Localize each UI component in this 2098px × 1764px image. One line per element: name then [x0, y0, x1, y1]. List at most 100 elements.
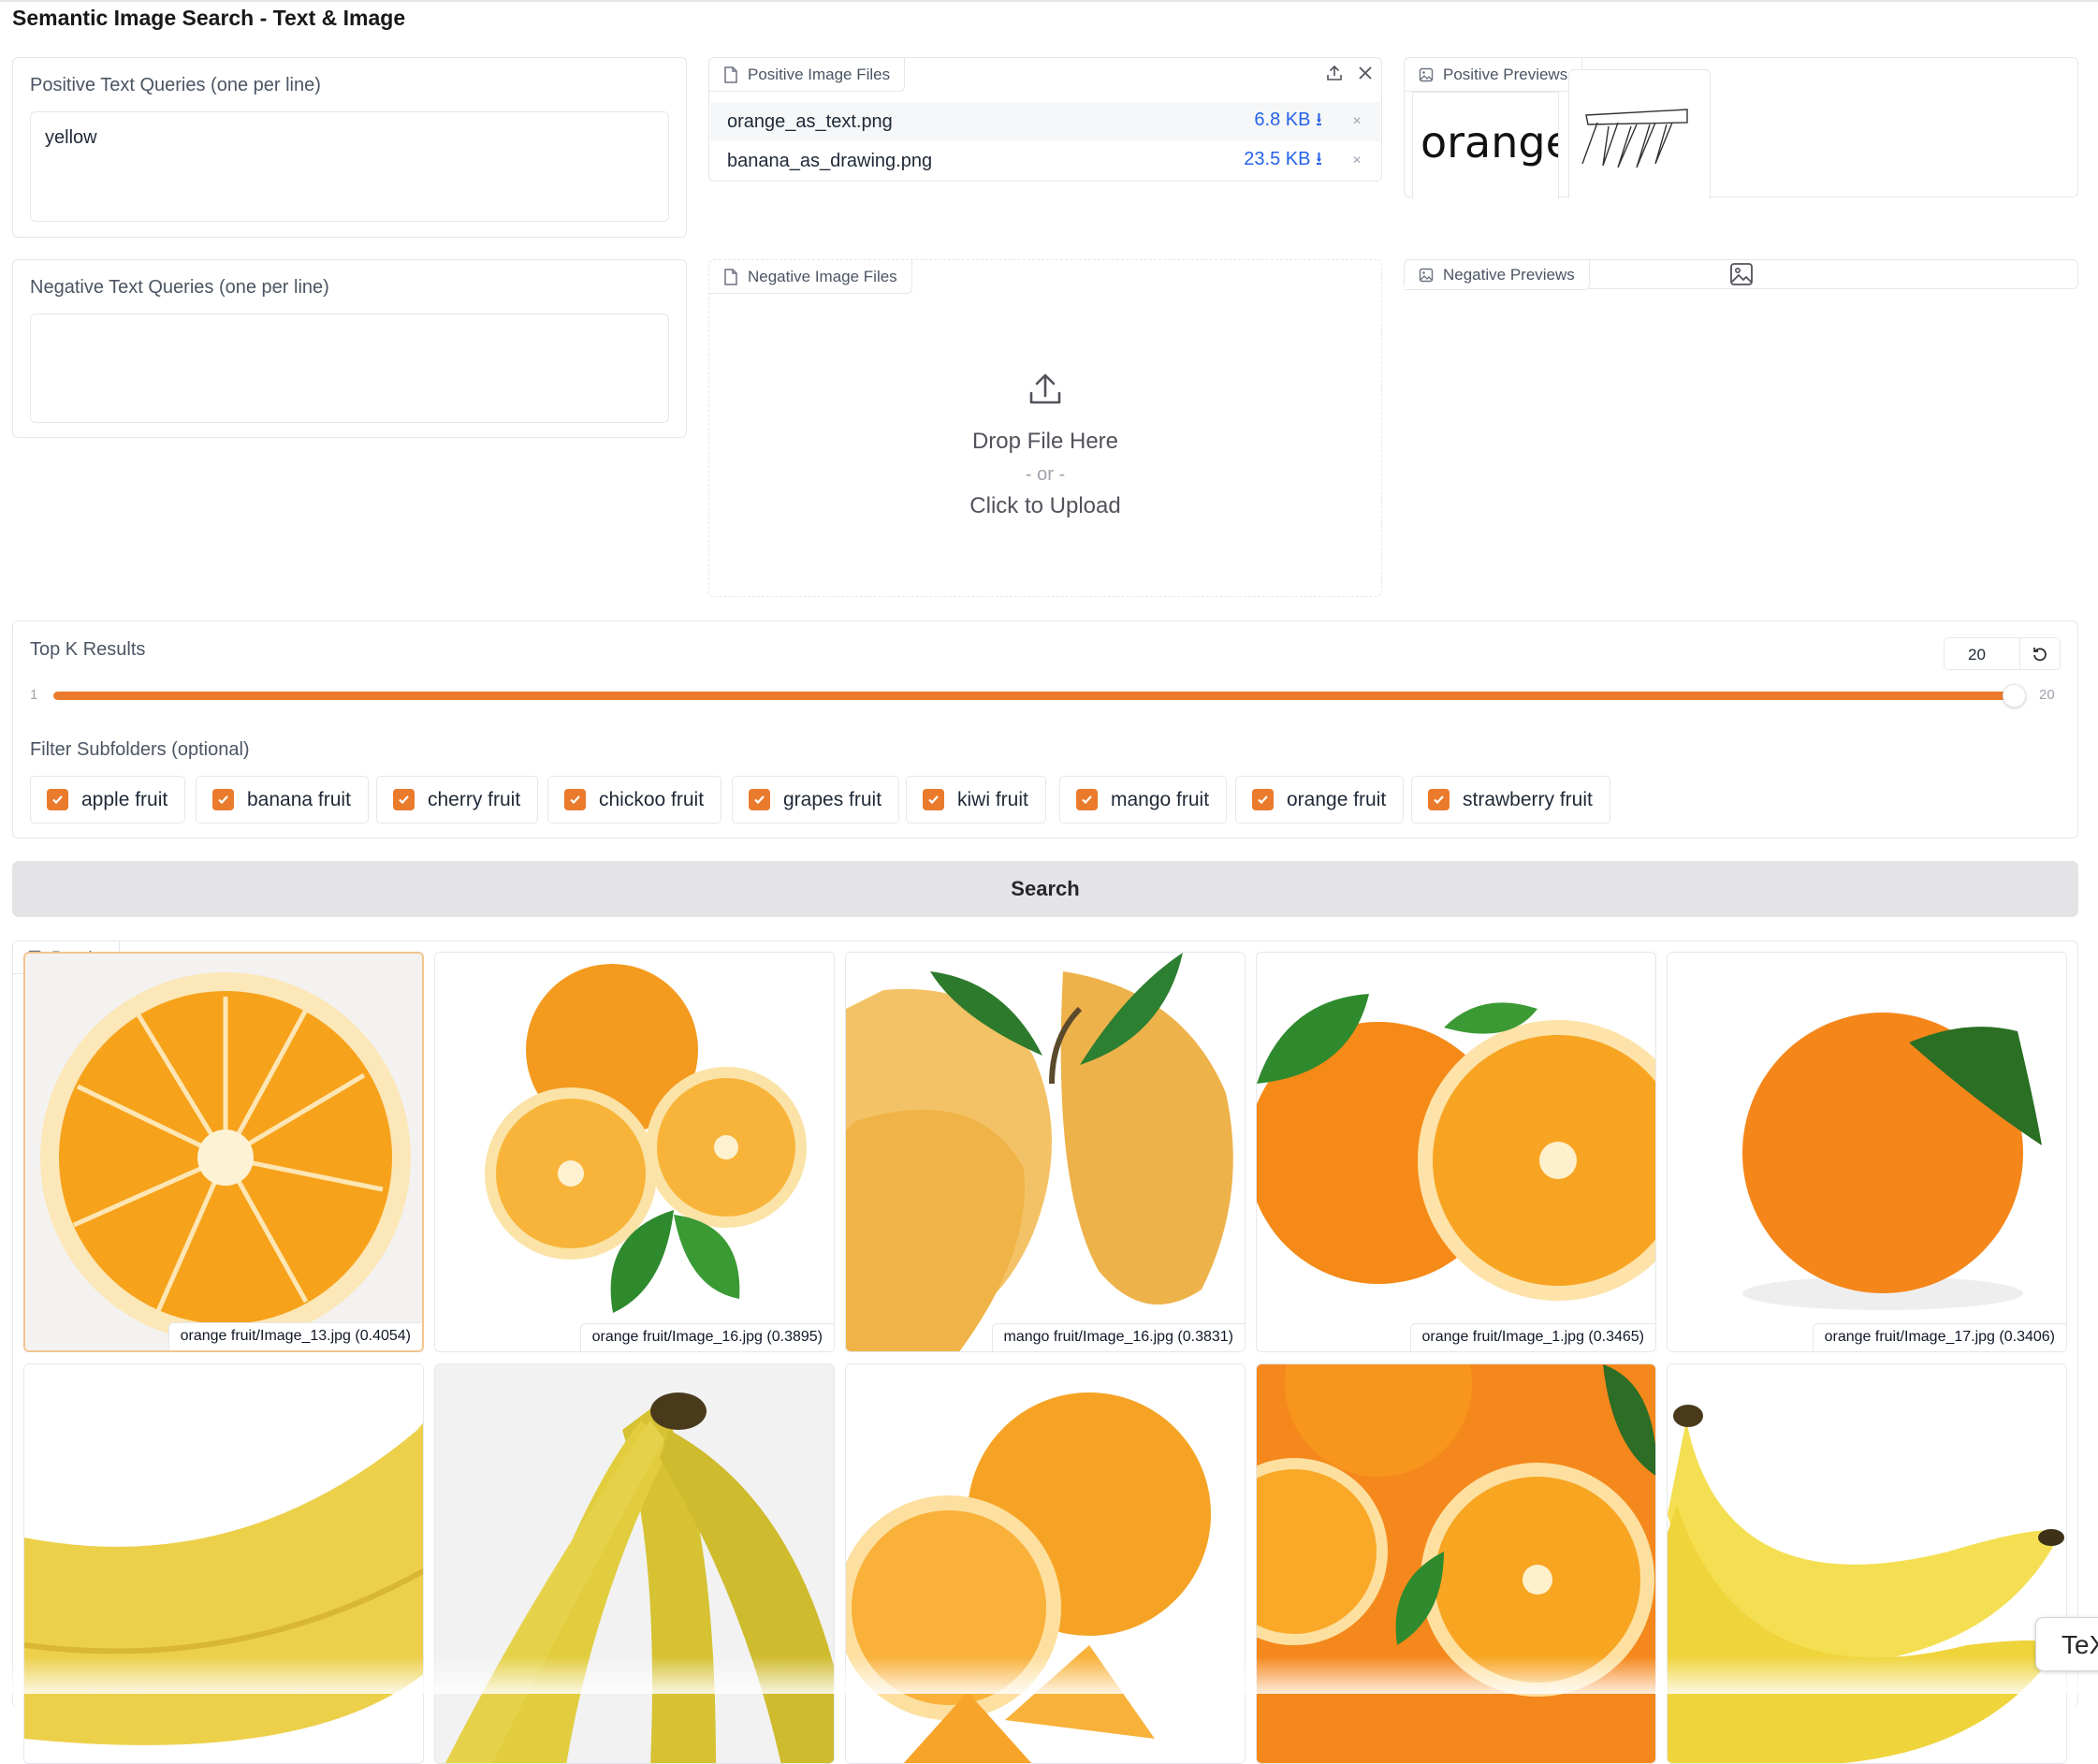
filter-chip-label: chickoo fruit [599, 788, 705, 810]
checkbox-checked-icon[interactable] [564, 789, 586, 810]
preview-thumb-orange-text[interactable]: orange [1412, 92, 1559, 198]
filter-chip-apple[interactable]: apple fruit [30, 776, 186, 824]
result-thumbnail[interactable] [1667, 1363, 2067, 1764]
filter-chip-label: apple fruit [81, 788, 168, 810]
file-name: orange_as_text.png [727, 110, 893, 132]
drop-zone[interactable]: Drop File Here - or - Click to Upload [709, 294, 1381, 596]
top-k-slider-track[interactable] [53, 692, 2018, 700]
result-thumbnail[interactable] [1256, 1363, 1656, 1764]
orange-halves-icon [435, 953, 834, 1351]
file-download-link[interactable]: 6.8 KB ⭳ [1254, 106, 1322, 138]
result-thumbnail[interactable] [434, 1363, 835, 1764]
drop-or: - or - [1025, 464, 1066, 485]
filter-chip-mango[interactable]: mango fruit [1059, 776, 1228, 824]
filter-label: Filter Subfolders (optional) [30, 739, 250, 760]
top-k-slider-thumb[interactable] [2003, 684, 2026, 707]
preview-thumb-banana-drawing[interactable] [1568, 69, 1711, 198]
app-title: Semantic Image Search - Text & Image [12, 6, 406, 30]
file-row: banana_as_drawing.png 23.5 KB ⭳ × [710, 141, 1380, 181]
result-thumbnail[interactable]: orange fruit/Image_16.jpg (0.3895) [434, 952, 835, 1352]
checkbox-checked-icon[interactable] [47, 789, 68, 810]
checkbox-checked-icon[interactable] [393, 789, 415, 810]
positive-text-input[interactable]: yellow [30, 111, 669, 222]
reset-icon [2033, 647, 2047, 661]
checkbox-checked-icon[interactable] [923, 789, 944, 810]
file-row: orange_as_text.png 6.8 KB ⭳ × [710, 102, 1380, 141]
upload-icon [1029, 373, 1061, 404]
orange-whole-icon [1668, 953, 2066, 1351]
filter-chip-label: orange fruit [1287, 788, 1387, 810]
filter-chip-label: strawberry fruit [1463, 788, 1593, 810]
filter-chip-label: banana fruit [247, 788, 351, 810]
positive-files-panel: Positive Image Files orange_as_text.png … [708, 57, 1382, 182]
file-name: banana_as_drawing.png [727, 150, 933, 171]
banana-bunch-icon [435, 1364, 834, 1763]
top-k-max: 20 [2039, 687, 2055, 703]
top-k-min: 1 [30, 687, 38, 703]
positive-previews-label: Positive Previews [1443, 65, 1568, 83]
filter-chip-orange[interactable]: orange fruit [1235, 776, 1405, 824]
result-caption: orange fruit/Image_16.jpg (0.3895) [579, 1323, 834, 1351]
filter-chip-label: kiwi fruit [957, 788, 1028, 810]
drop-title: Drop File Here [971, 429, 1119, 454]
top-k-reset-button[interactable] [2020, 637, 2061, 670]
floating-tex-tab[interactable]: TeX [2035, 1617, 2098, 1671]
remove-file-button[interactable]: × [1350, 153, 1363, 169]
positive-previews-tag: Positive Previews [1405, 58, 1583, 92]
result-caption: orange fruit/Image_1.jpg (0.3465) [1409, 1323, 1655, 1351]
empty-image-icon [1730, 263, 1753, 285]
filter-chip-label: grapes fruit [783, 788, 882, 810]
negative-previews-label: Negative Previews [1443, 265, 1575, 284]
result-caption: orange fruit/Image_17.jpg (0.3406) [1812, 1323, 2066, 1351]
result-thumbnail[interactable]: mango fruit/Image_16.jpg (0.3831) [845, 952, 1246, 1352]
result-thumbnail[interactable]: orange fruit/Image_13.jpg (0.4054) [23, 952, 424, 1352]
banana-drawing-icon [1581, 109, 1688, 168]
top-k-number-input[interactable]: 20 [1944, 637, 2020, 670]
clear-files-button[interactable] [1351, 59, 1379, 87]
filter-chip-kiwi[interactable]: kiwi fruit [906, 776, 1046, 824]
remove-file-button[interactable]: × [1350, 113, 1363, 130]
banana-closeup-icon [24, 1364, 423, 1763]
image-icon [1419, 67, 1434, 81]
positive-text-panel: Positive Text Queries (one per line) yel… [12, 57, 687, 238]
result-thumbnail[interactable]: orange fruit/Image_17.jpg (0.3406) [1667, 952, 2067, 1352]
negative-files-panel[interactable]: Negative Image Files Drop File Here - or… [708, 259, 1382, 597]
checkbox-checked-icon[interactable] [1428, 789, 1450, 810]
bottom-fade [0, 1656, 2098, 1694]
filter-chip-chickoo[interactable]: chickoo fruit [547, 776, 722, 824]
filter-chip-label: cherry fruit [428, 788, 521, 810]
orange-slices-icon [846, 1364, 1245, 1763]
preview-thumb-text: orange [1421, 117, 1559, 168]
checkbox-checked-icon[interactable] [1076, 789, 1098, 810]
negative-text-input[interactable] [30, 313, 669, 423]
top-k-label: Top K Results [30, 639, 146, 660]
click-to-upload[interactable]: Click to Upload [969, 493, 1120, 519]
checkbox-checked-icon[interactable] [212, 789, 234, 810]
search-button[interactable]: Search [12, 861, 2078, 917]
result-thumbnail[interactable] [845, 1363, 1246, 1764]
image-icon [1419, 268, 1434, 282]
negative-files-label: Negative Image Files [748, 267, 897, 285]
file-icon [724, 66, 737, 83]
upload-icon [1327, 65, 1342, 80]
result-caption: orange fruit/Image_13.jpg (0.4054) [168, 1322, 422, 1350]
filter-chip-cherry[interactable]: cherry fruit [376, 776, 539, 824]
orange-pile-icon [1257, 1364, 1655, 1763]
banana-bunch-icon [1668, 1364, 2066, 1763]
upload-button[interactable] [1320, 59, 1348, 87]
positive-files-tag: Positive Image Files [709, 58, 906, 92]
orange-with-half-icon [1257, 953, 1655, 1351]
checkbox-checked-icon[interactable] [1252, 789, 1274, 810]
checkbox-checked-icon[interactable] [749, 789, 770, 810]
positive-files-label: Positive Image Files [748, 65, 891, 83]
orange-half-icon [25, 954, 422, 1350]
close-icon [1359, 66, 1372, 80]
file-download-link[interactable]: 23.5 KB ⭳ [1244, 145, 1322, 177]
filter-chip-strawberry[interactable]: strawberry fruit [1411, 776, 1610, 824]
filter-chip-banana[interactable]: banana fruit [196, 776, 369, 824]
result-thumbnail[interactable]: orange fruit/Image_1.jpg (0.3465) [1256, 952, 1656, 1352]
negative-previews-tag: Negative Previews [1405, 260, 1590, 290]
result-thumbnail[interactable] [23, 1363, 424, 1764]
filter-chip-grapes[interactable]: grapes fruit [732, 776, 900, 824]
negative-text-panel: Negative Text Queries (one per line) [12, 259, 687, 438]
